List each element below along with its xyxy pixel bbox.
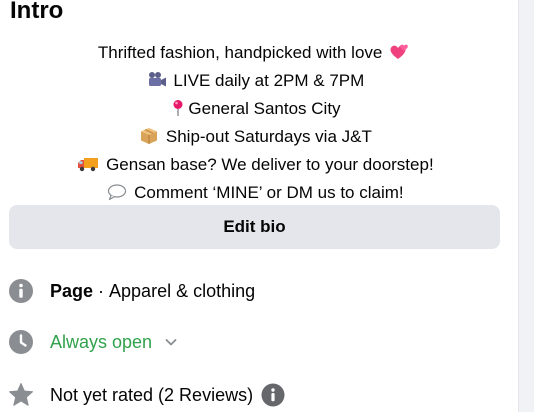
right-rail (519, 0, 534, 412)
bio-line-text: Comment ‘MINE’ or DM us to claim! (134, 183, 404, 202)
info-icon[interactable] (261, 383, 285, 407)
hearts-icon (389, 43, 409, 68)
star-icon (8, 382, 34, 408)
rating-text: Not yet rated (2 Reviews) (50, 384, 254, 405)
bio-line-2: LIVE daily at 2PM & 7PM (10, 68, 499, 96)
intro-card: Intro Thrifted fashion, handpicked with … (0, 0, 519, 412)
hours-row[interactable]: Always open (8, 327, 178, 357)
bio-line-4: Ship-out Saturdays via J&T (10, 124, 499, 152)
page-label: Page (50, 280, 94, 301)
bio-line-text: LIVE daily at 2PM & 7PM (173, 71, 365, 90)
bio-line-text: Thrifted fashion, handpicked with love (97, 43, 383, 62)
video-camera-icon (147, 71, 167, 96)
hours-status[interactable]: Always open (50, 332, 152, 353)
bio-line-5: Gensan base? We deliver to your doorstep… (10, 152, 499, 180)
pin-icon (170, 99, 186, 124)
page-separator: · (93, 280, 110, 301)
page-category[interactable]: Apparel & clothing (109, 281, 255, 302)
bio-line-text: Ship-out Saturdays via J&T (165, 127, 372, 146)
package-icon (139, 127, 159, 152)
clock-icon (8, 329, 34, 355)
bio-line-3: General Santos City (10, 96, 499, 124)
intro-page: Intro Thrifted fashion, handpicked with … (0, 0, 534, 412)
bio-text: Thrifted fashion, handpicked with love L… (10, 40, 499, 208)
intro-title: Intro (10, 0, 64, 24)
bio-line-1: Thrifted fashion, handpicked with love (10, 40, 499, 68)
info-icon (8, 278, 34, 304)
bio-line-text: General Santos City (188, 99, 341, 118)
delivery-truck-icon (77, 155, 99, 180)
edit-bio-button[interactable]: Edit bio (9, 205, 500, 249)
bio-line-text: Gensan base? We deliver to your doorstep… (106, 155, 434, 174)
page-category-row: Page · Apparel & clothing (8, 276, 255, 306)
rating-row: Not yet rated (2 Reviews) (8, 380, 285, 410)
chevron-down-icon[interactable] (164, 337, 178, 347)
bio-line-6: Comment ‘MINE’ or DM us to claim! (10, 180, 499, 208)
